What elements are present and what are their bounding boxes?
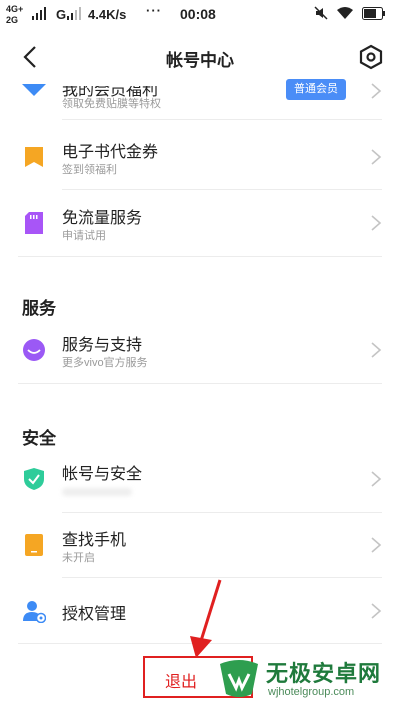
member-level-badge: 普通会员 (286, 79, 346, 100)
item-subtitle: 签到领福利 (62, 164, 117, 176)
chevron-right-icon (371, 471, 382, 487)
signal-icon (32, 7, 46, 20)
bookmark-icon (25, 147, 43, 167)
list-item-service-support[interactable]: 服务与支持 更多vivo官方服务 (0, 317, 400, 383)
annotation-arrow-icon (190, 579, 222, 658)
watermark-url: wjhotelgroup.com (268, 686, 355, 698)
network-type: 4G+ 2G (6, 4, 23, 26)
chevron-right-icon (371, 603, 382, 619)
item-title: 查找手机 (62, 532, 127, 549)
list-item-free-traffic[interactable]: 免流量服务 申请试用 (0, 190, 400, 256)
logout-button[interactable]: 退出 (165, 668, 197, 692)
shield-check-icon (24, 468, 44, 490)
item-subtitle: 申请试用 (62, 230, 106, 242)
mute-icon (314, 6, 328, 20)
chevron-right-icon (371, 149, 382, 165)
chevron-right-icon (371, 83, 382, 99)
clock: 00:08 (180, 6, 216, 22)
list-item-find-phone[interactable]: 查找手机 未开启 (0, 512, 400, 578)
battery-icon (362, 6, 385, 20)
settings-center (366, 52, 376, 62)
item-title: 帐号与安全 (62, 466, 143, 483)
watermark-logo-icon (220, 660, 258, 697)
network-speed: 4.4K/s (88, 7, 127, 22)
item-title: 电子书代金券 (62, 144, 159, 161)
g-label: G (56, 7, 67, 22)
more-notifications-icon: ··· (146, 3, 162, 18)
status-icons (314, 6, 386, 20)
network-type-bottom: 2G (6, 15, 19, 25)
chevron-right-icon (371, 537, 382, 553)
item-title: 授权管理 (62, 606, 127, 623)
phone-icon (25, 534, 43, 556)
sim-card-icon (25, 212, 43, 234)
hexagon-settings-icon (359, 44, 383, 70)
wifi-icon (337, 7, 353, 19)
item-title: 免流量服务 (62, 210, 143, 227)
chevron-right-icon (371, 342, 382, 358)
item-subtitle: 领取免费贴膜等特权 (62, 98, 161, 110)
redacted-account-info (62, 488, 132, 496)
signal-icon-2 (67, 7, 81, 20)
status-bar: 4G+ 2G G 4.4K/s ··· 00:08 (0, 0, 400, 32)
item-subtitle: 更多vivo官方服务 (62, 357, 148, 369)
network-type-top: 4G+ (6, 4, 24, 14)
user-settings-icon (23, 601, 46, 623)
list-item-ebook-voucher[interactable]: 电子书代金券 签到领福利 (0, 124, 400, 190)
smile-icon (23, 339, 45, 361)
section-title-service: 服务 (22, 299, 56, 318)
list-item-account-security[interactable]: 帐号与安全 (0, 446, 400, 512)
settings-button[interactable] (358, 44, 384, 70)
watermark-title: 无极安卓网 (266, 661, 382, 686)
item-subtitle: 未开启 (62, 552, 95, 564)
divider (62, 119, 382, 120)
divider (18, 383, 382, 384)
diamond-icon (22, 84, 46, 96)
watermark: 无极安卓网 wjhotelgroup.com (216, 652, 400, 711)
divider (18, 256, 382, 257)
item-title: 服务与支持 (62, 337, 143, 354)
chevron-right-icon (371, 215, 382, 231)
